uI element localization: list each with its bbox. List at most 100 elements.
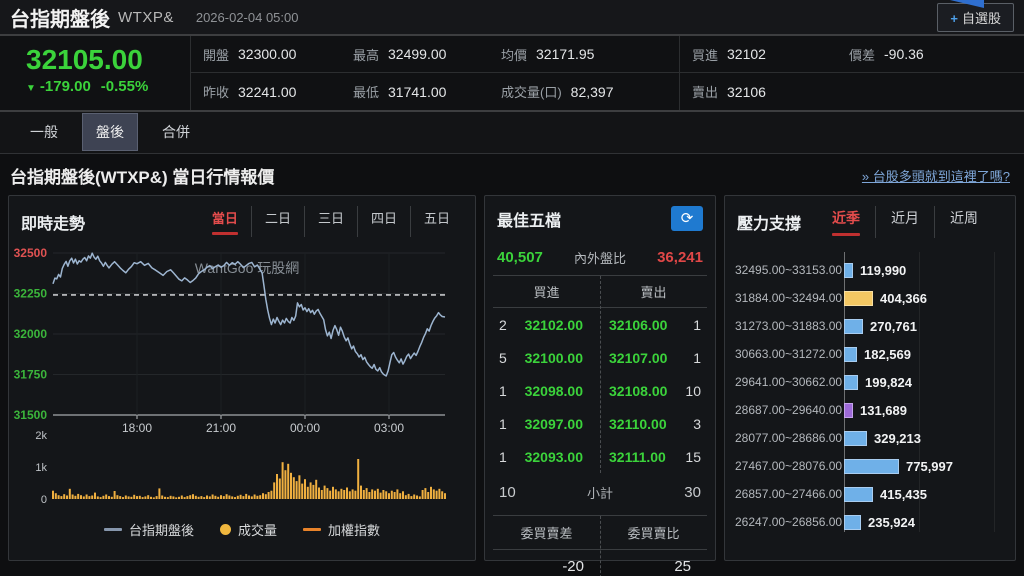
best5-title: 最佳五檔	[497, 207, 561, 231]
volume-bar	[844, 291, 873, 306]
quote-field-label: 買進	[692, 45, 718, 64]
committee-values: -20 25	[493, 550, 707, 576]
price-range-label: 31273.00~31883.00	[735, 319, 843, 333]
promo-link[interactable]: » 台股多頭就到這裡了嗎?	[862, 166, 1010, 185]
quote-field: 價差-90.36	[837, 36, 1024, 73]
order-book-row[interactable]: 232102.0032106.001	[493, 308, 707, 341]
add-watchlist-label: 自選股	[962, 11, 1001, 26]
volume-value: 329,213	[874, 431, 921, 446]
order-book-row[interactable]: 132098.0032108.0010	[493, 374, 707, 407]
ask-qty: 15	[673, 449, 707, 465]
volume-bar	[844, 347, 857, 362]
volume-bar	[844, 515, 861, 530]
svg-text:00:00: 00:00	[290, 421, 320, 435]
volume-value: 415,435	[880, 487, 927, 502]
ask-price: 32110.00	[596, 416, 673, 432]
legend-label: 成交量	[238, 520, 277, 539]
refresh-icon: ⟳	[681, 210, 694, 227]
instrument-symbol: WTXP&	[118, 9, 174, 26]
pressure-tab-近季[interactable]: 近季	[817, 206, 875, 238]
svg-text:31500: 31500	[14, 408, 48, 422]
period-tab-四日[interactable]: 四日	[357, 206, 410, 237]
quote-field-value: 32171.95	[536, 46, 594, 62]
change-value: -179.00	[40, 78, 91, 95]
bid-qty: 1	[493, 383, 519, 399]
svg-text:32250: 32250	[14, 287, 48, 301]
period-tab-五日[interactable]: 五日	[410, 206, 463, 237]
pressure-title: 壓力支撐	[737, 210, 801, 234]
svg-text:0: 0	[41, 494, 47, 506]
pressure-row: 28687.00~29640.00131,689	[735, 396, 1009, 424]
quote-field-value: 32300.00	[238, 46, 296, 62]
subtotal-label: 小計	[587, 483, 613, 502]
pressure-tab-近月[interactable]: 近月	[875, 206, 934, 238]
svg-text:2k: 2k	[35, 430, 47, 442]
volume-value: 270,761	[870, 319, 917, 334]
chart-period-tabs: 當日二日三日四日五日	[199, 206, 463, 237]
legend-label: 台指期盤後	[129, 520, 194, 539]
volume-bar	[844, 459, 899, 474]
加權指數-swatch-icon	[303, 528, 321, 531]
volume-profile-chart: 32495.00~33153.00119,990 31884.00~32494.0…	[725, 252, 1015, 536]
volume-bar	[844, 431, 867, 446]
refresh-button[interactable]: ⟳	[671, 206, 703, 231]
成交量-swatch-icon	[220, 524, 231, 535]
quote-field-value: 31741.00	[388, 84, 446, 100]
order-book-row[interactable]: 532100.0032107.001	[493, 341, 707, 374]
svg-text:03:00: 03:00	[374, 421, 404, 435]
price-range-label: 32495.00~33153.00	[735, 263, 843, 277]
ask-subtotal: 30	[684, 484, 701, 501]
svg-text:21:00: 21:00	[206, 421, 236, 435]
pressure-row: 32495.00~33153.00119,990	[735, 256, 1009, 284]
session-tab-盤後[interactable]: 盤後	[82, 113, 138, 151]
price-range-label: 31884.00~32494.00	[735, 291, 843, 305]
quote-field-label: 成交量(口)	[501, 82, 562, 101]
volume-bar	[844, 375, 858, 390]
quote-field-value: 32102	[727, 46, 766, 62]
order-book-column-headers: 買進賣出	[493, 276, 707, 308]
chart-title: 即時走勢	[21, 210, 85, 234]
intraday-price-chart: 325003225032000317503150018:0021:0000:00…	[9, 243, 453, 513]
quote-field: 成交量(口)82,397	[489, 73, 679, 110]
legend-label: 加權指數	[328, 520, 380, 539]
session-tab-一般[interactable]: 一般	[16, 113, 72, 151]
period-tab-三日[interactable]: 三日	[304, 206, 357, 237]
inner-outer-label: 內外盤比	[574, 248, 626, 267]
quote-field-label: 均價	[501, 45, 527, 64]
price-range-label: 26857.00~27466.00	[735, 487, 843, 501]
period-tab-二日[interactable]: 二日	[251, 206, 304, 237]
quote-field: 賣出32106	[679, 73, 837, 110]
quote-field-label: 賣出	[692, 82, 718, 101]
pressure-support-card: 壓力支撐 近季近月近周 32495.00~33153.00119,990 3188…	[724, 195, 1016, 561]
price-change: ▼-179.00-0.55%	[26, 78, 190, 95]
period-tab-當日[interactable]: 當日	[199, 206, 251, 237]
best5-card-header: 最佳五檔 ⟳	[485, 196, 715, 237]
quote-summary-bar: 32105.00 ▼-179.00-0.55% 開盤32300.00最高3249…	[0, 36, 1024, 112]
pressure-tab-近周[interactable]: 近周	[934, 206, 993, 238]
quote-field-label: 最低	[353, 82, 379, 101]
quote-field: 最低 31741.00	[341, 73, 489, 110]
legend-item: 成交量	[220, 520, 277, 539]
committee-diff-label: 委買賣差	[493, 523, 600, 542]
pressure-row: 27467.00~28076.00775,997	[735, 452, 1009, 480]
order-book-row[interactable]: 132097.0032110.003	[493, 407, 707, 440]
quote-field: 均價 32171.95	[489, 36, 679, 73]
subtotal-row: 10 小計 30	[485, 475, 715, 508]
volume-bar	[844, 487, 873, 502]
quote-field: 昨收32241.00	[191, 73, 341, 110]
volume-value: 404,366	[880, 291, 927, 306]
session-tab-合併[interactable]: 合併	[148, 113, 204, 151]
quote-field-label: 開盤	[203, 45, 229, 64]
price-range-label: 27467.00~28076.00	[735, 459, 843, 473]
svg-text:32500: 32500	[14, 246, 48, 260]
price-range-label: 26247.00~26856.00	[735, 515, 843, 529]
bid-price: 32102.00	[519, 317, 596, 333]
committee-section: 委買賣差 委買賣比 -20 25	[493, 515, 707, 576]
svg-text:18:00: 18:00	[122, 421, 152, 435]
last-price-block: 32105.00 ▼-179.00-0.55%	[0, 36, 190, 110]
pressure-row: 31273.00~31883.00 270,761	[735, 312, 1009, 340]
quote-fields-grid: 開盤32300.00最高32499.00均價32171.95買進32102價差-…	[190, 36, 1024, 110]
pressure-row: 26247.00~26856.00235,924	[735, 508, 1009, 536]
order-book-row[interactable]: 132093.0032111.0015	[493, 440, 707, 473]
section-title: 台指期盤後(WTXP&) 當日行情報價	[10, 163, 274, 188]
